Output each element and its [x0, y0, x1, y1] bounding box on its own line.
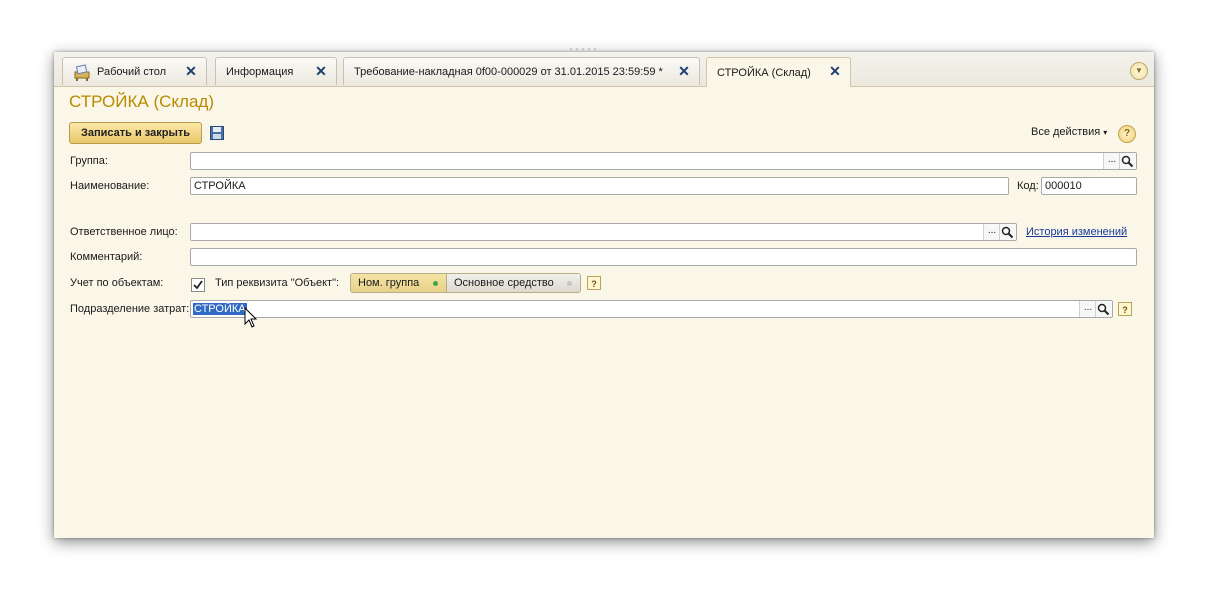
field-help-icon[interactable]: ? [1118, 302, 1132, 316]
tab-desktop[interactable]: Рабочий стол ✕ [62, 57, 207, 85]
cost-division-field[interactable]: СТРОЙКА ... [190, 300, 1113, 318]
save-and-close-button[interactable]: Записать и закрыть [69, 122, 202, 144]
scroll-tabs-icon[interactable]: ▼ [1130, 62, 1148, 80]
tab-label: СТРОЙКА (Склад) [717, 66, 811, 79]
help-icon[interactable]: ? [1118, 125, 1136, 143]
object-type-label: Тип реквизита "Объект": [215, 277, 340, 289]
select-button[interactable]: ... [1079, 301, 1096, 317]
option-nom-group[interactable]: Ном. группа [351, 274, 447, 292]
field-help-icon[interactable]: ? [587, 276, 601, 290]
form-window: Рабочий стол ✕ Информация ✕ Требование-н… [54, 48, 1154, 538]
unselected-dot-icon [567, 281, 572, 286]
comment-label: Комментарий: [70, 251, 143, 263]
tab-label: Рабочий стол [97, 65, 167, 78]
search-icon[interactable] [999, 224, 1016, 240]
code-label: Код: [1017, 180, 1039, 192]
option-label: Основное средство [454, 277, 554, 289]
name-value: СТРОЙКА [194, 180, 246, 192]
selected-dot-icon [433, 281, 438, 286]
tab-stroyka-warehouse[interactable]: СТРОЙКА (Склад) ✕ [706, 57, 851, 87]
search-icon[interactable] [1095, 301, 1112, 317]
object-type-switch[interactable]: Ном. группа Основное средство [350, 273, 581, 293]
all-actions-label: Все действия [1031, 126, 1101, 138]
responsible-label: Ответственное лицо: [70, 226, 178, 238]
save-disk-icon[interactable] [210, 126, 224, 140]
object-accounting-checkbox[interactable] [191, 278, 205, 292]
code-field[interactable]: 000010 [1041, 177, 1137, 195]
tab-requisition[interactable]: Требование-накладная 0f00-000029 от 31.0… [343, 57, 700, 85]
object-accounting-label: Учет по объектам: [70, 277, 164, 289]
close-icon[interactable]: ✕ [677, 64, 691, 78]
cost-division-label: Подразделение затрат: [70, 303, 190, 315]
close-icon[interactable]: ✕ [184, 64, 198, 78]
history-link[interactable]: История изменений [1026, 226, 1127, 238]
all-actions-menu[interactable]: Все действия ▾ [1031, 126, 1107, 138]
page-title: СТРОЙКА (Склад) [69, 92, 214, 111]
checkbox-checked-icon [193, 280, 203, 290]
desktop-icon [73, 63, 93, 81]
option-label: Ном. группа [358, 277, 420, 289]
chevron-down-icon: ▾ [1103, 128, 1108, 137]
select-button[interactable]: ... [983, 224, 1000, 240]
tab-bar: Рабочий стол ✕ Информация ✕ Требование-н… [54, 52, 1154, 87]
responsible-field[interactable]: ... [190, 223, 1017, 241]
group-label: Группа: [70, 155, 108, 167]
close-icon[interactable]: ✕ [828, 64, 842, 78]
mouse-cursor-icon [244, 306, 258, 329]
comment-field[interactable] [190, 248, 1137, 266]
tab-information[interactable]: Информация ✕ [215, 57, 337, 85]
cost-division-value: СТРОЙКА [193, 303, 247, 315]
selected-text: СТРОЙКА [193, 303, 247, 315]
group-field[interactable]: ... [190, 152, 1137, 170]
tab-label: Информация [226, 65, 294, 78]
tab-label: Требование-накладная 0f00-000029 от 31.0… [354, 65, 663, 78]
name-field[interactable]: СТРОЙКА [190, 177, 1009, 195]
close-icon[interactable]: ✕ [314, 64, 328, 78]
code-value: 000010 [1045, 180, 1082, 192]
search-icon[interactable] [1119, 153, 1136, 169]
option-fixed-asset[interactable]: Основное средство [447, 274, 580, 292]
name-label: Наименование: [70, 180, 150, 192]
select-button[interactable]: ... [1103, 153, 1120, 169]
